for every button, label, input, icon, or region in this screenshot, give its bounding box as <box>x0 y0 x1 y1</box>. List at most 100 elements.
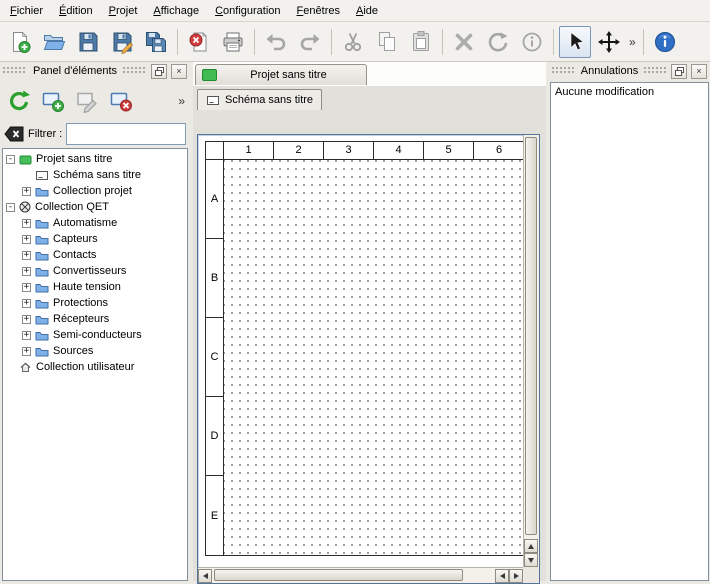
delete-button[interactable] <box>448 26 480 58</box>
rotate-button[interactable] <box>482 26 514 58</box>
folder-icon <box>35 282 49 293</box>
undo-button[interactable] <box>260 26 292 58</box>
float-panel-button[interactable] <box>151 64 167 79</box>
menu-projet[interactable]: Projet <box>101 2 146 20</box>
left-arrow-icon <box>500 573 505 579</box>
reload-collections-button[interactable] <box>2 84 36 118</box>
schema-view[interactable]: 1 2 3 4 5 6 A B C D E <box>197 134 540 584</box>
expander-icon[interactable]: + <box>22 267 31 276</box>
schema-canvas[interactable]: 1 2 3 4 5 6 A B C D E <box>199 136 523 567</box>
tree-item-collection-qet[interactable]: - Collection QET <box>3 199 187 215</box>
ruler-corner <box>206 142 224 160</box>
scroll-down-button[interactable] <box>524 553 538 567</box>
print-button[interactable] <box>217 26 249 58</box>
cut-button[interactable] <box>337 26 369 58</box>
menu-aide[interactable]: Aide <box>348 2 386 20</box>
expander-icon[interactable]: - <box>6 203 15 212</box>
tree-item-projet[interactable]: - Projet sans titre <box>3 151 187 167</box>
edit-element-button[interactable] <box>70 84 104 118</box>
vertical-scroll-track[interactable] <box>524 135 539 539</box>
elements-panel-titlebar[interactable]: Panel d'éléments × <box>0 62 190 80</box>
elements-panel: Panel d'éléments × » <box>0 62 190 581</box>
save-as-button[interactable] <box>106 26 138 58</box>
expander-icon[interactable]: - <box>6 155 15 164</box>
pointer-icon <box>563 30 587 54</box>
expander-icon[interactable]: + <box>22 187 31 196</box>
toolbar-overflow-button[interactable]: » <box>626 35 639 49</box>
tree-item-automatisme[interactable]: + Automatisme <box>3 215 187 231</box>
mdi-workspace: Projet sans titre Schéma sans titre 1 2 <box>193 62 546 581</box>
menu-fenetres[interactable]: Fenêtres <box>289 2 348 20</box>
expander-icon[interactable]: + <box>22 331 31 340</box>
dock-grip <box>644 67 667 75</box>
elements-panel-overflow-button[interactable]: » <box>175 94 188 108</box>
tree-item-collection-utilisateur[interactable]: Collection utilisateur <box>3 359 187 375</box>
expander-icon[interactable]: + <box>22 315 31 324</box>
info-button[interactable] <box>516 26 548 58</box>
undo-panel-title: Annulations <box>579 65 641 77</box>
clear-filter-button[interactable] <box>4 126 24 142</box>
tree-item-label: Collection utilisateur <box>36 361 134 373</box>
paste-button[interactable] <box>405 26 437 58</box>
scroll-right-button[interactable] <box>509 569 523 583</box>
move-tool-button[interactable] <box>593 26 625 58</box>
tree-item-protections[interactable]: + Protections <box>3 295 187 311</box>
grid-dots[interactable] <box>224 160 523 555</box>
expander-icon[interactable]: + <box>22 251 31 260</box>
scroll-left-button[interactable] <box>198 569 212 583</box>
elements-tree[interactable]: - Projet sans titre Schéma sans titre + … <box>2 148 188 581</box>
vertical-scrollbar[interactable] <box>523 135 539 567</box>
tree-item-schema[interactable]: Schéma sans titre <box>3 167 187 183</box>
new-document-button[interactable] <box>4 26 36 58</box>
tree-item-collection-projet[interactable]: + Collection projet <box>3 183 187 199</box>
tree-item-sources[interactable]: + Sources <box>3 343 187 359</box>
menu-affichage[interactable]: Affichage <box>145 2 207 20</box>
delete-element-icon <box>109 89 133 113</box>
move-icon <box>597 30 621 54</box>
close-panel-button[interactable]: × <box>171 64 187 79</box>
scroll-left-button-2[interactable] <box>495 569 509 583</box>
expander-icon[interactable]: + <box>22 299 31 308</box>
tree-item-semi-conducteurs[interactable]: + Semi-conducteurs <box>3 327 187 343</box>
schema-tab[interactable]: Schéma sans titre <box>197 89 322 110</box>
horizontal-scroll-thumb[interactable] <box>214 569 463 581</box>
open-project-button[interactable] <box>38 26 70 58</box>
close-panel-button[interactable]: × <box>691 64 707 79</box>
save-all-button[interactable] <box>140 26 172 58</box>
about-button[interactable] <box>649 26 681 58</box>
redo-button[interactable] <box>294 26 326 58</box>
tree-item-convertisseurs[interactable]: + Convertisseurs <box>3 263 187 279</box>
folder-icon <box>35 250 49 261</box>
project-tab[interactable]: Projet sans titre <box>195 64 367 85</box>
tree-item-capteurs[interactable]: + Capteurs <box>3 231 187 247</box>
menu-edition[interactable]: Édition <box>51 2 101 20</box>
folder-icon <box>35 186 49 197</box>
expander-icon[interactable]: + <box>22 347 31 356</box>
tree-item-contacts[interactable]: + Contacts <box>3 247 187 263</box>
filter-label: Filtrer : <box>28 128 62 140</box>
select-tool-button[interactable] <box>559 26 591 58</box>
tree-item-haute-tension[interactable]: + Haute tension <box>3 279 187 295</box>
about-info-icon <box>653 30 677 54</box>
expander-icon[interactable]: + <box>22 235 31 244</box>
close-file-icon <box>187 30 211 54</box>
new-element-button[interactable] <box>36 84 70 118</box>
scroll-up-button[interactable] <box>524 539 538 553</box>
menu-configuration[interactable]: Configuration <box>207 2 288 20</box>
undo-history-list[interactable]: Aucune modification <box>550 82 709 581</box>
undo-panel-titlebar[interactable]: Annulations × <box>549 62 710 80</box>
copy-button[interactable] <box>371 26 403 58</box>
close-file-button[interactable] <box>183 26 215 58</box>
tree-item-label: Semi-conducteurs <box>53 329 142 341</box>
expander-icon[interactable]: + <box>22 219 31 228</box>
expander-icon[interactable]: + <box>22 283 31 292</box>
cut-icon <box>341 30 365 54</box>
float-panel-button[interactable] <box>671 64 687 79</box>
filter-input[interactable] <box>66 123 186 145</box>
tree-item-recepteurs[interactable]: + Récepteurs <box>3 311 187 327</box>
menu-fichier[interactable]: Fichier <box>2 2 51 20</box>
save-button[interactable] <box>72 26 104 58</box>
vertical-scroll-thumb[interactable] <box>525 137 537 535</box>
delete-element-button[interactable] <box>104 84 138 118</box>
schema-icon <box>35 170 49 181</box>
